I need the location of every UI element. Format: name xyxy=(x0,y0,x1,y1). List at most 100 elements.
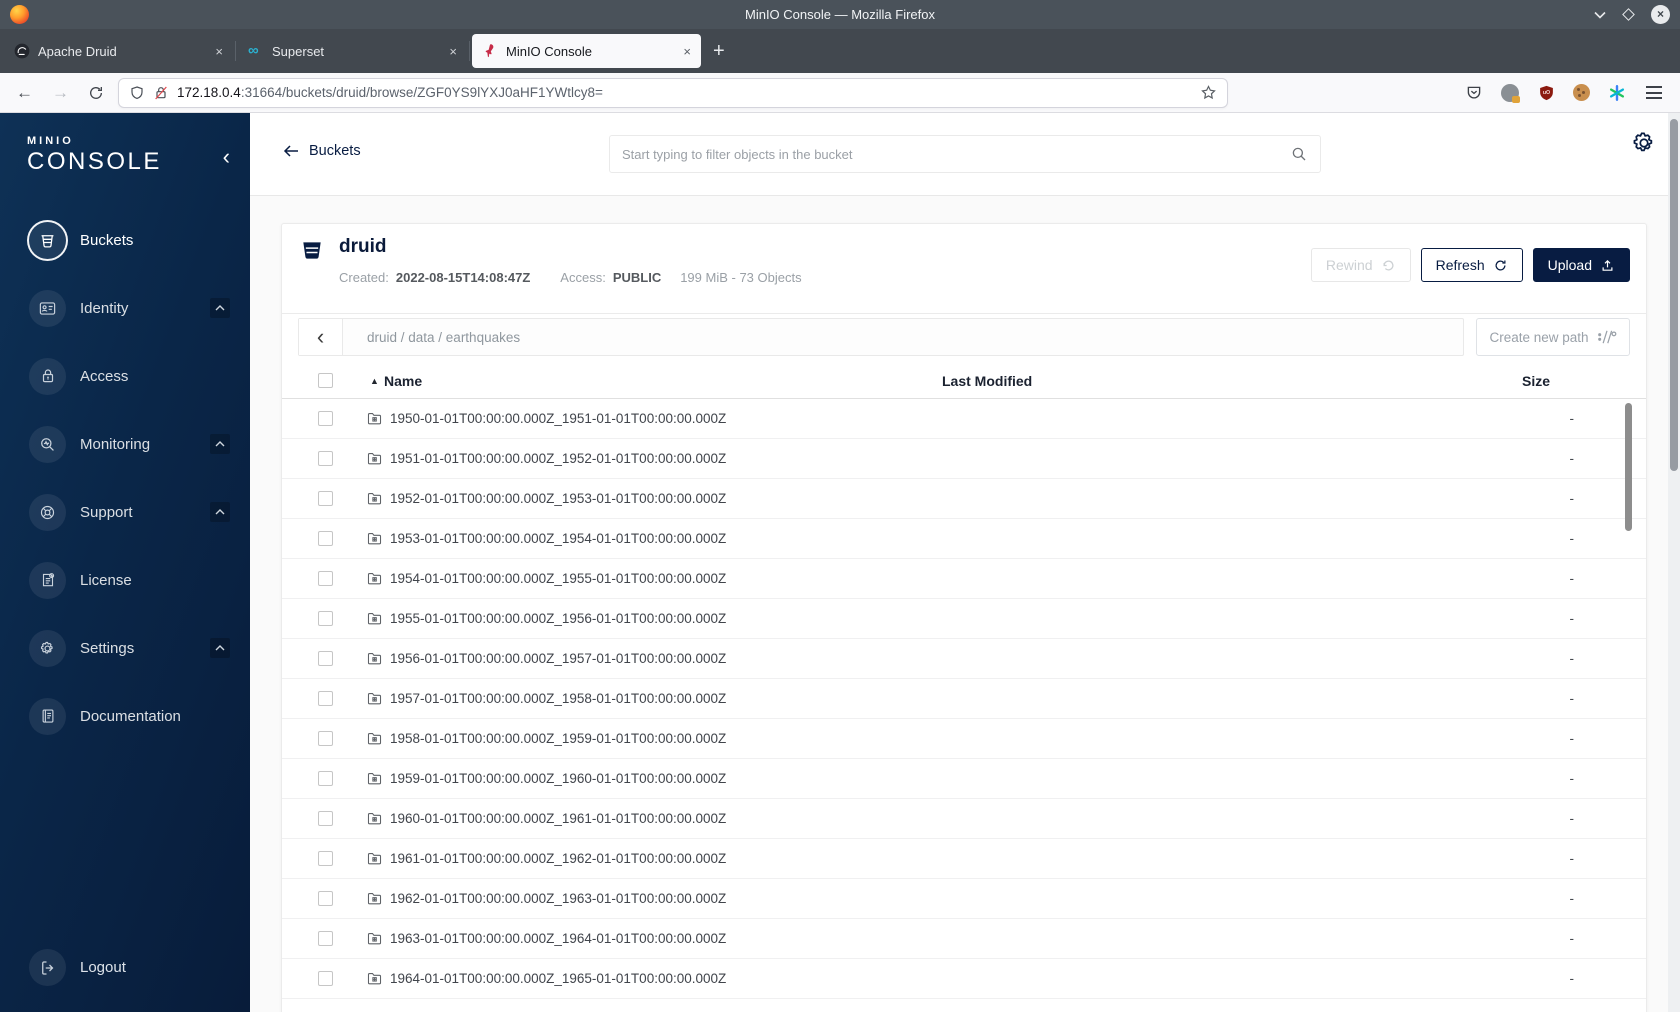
row-checkbox[interactable] xyxy=(318,891,333,906)
create-new-path-button[interactable]: Create new path xyxy=(1476,318,1630,356)
sidebar-item-identity[interactable]: Identity xyxy=(0,274,250,342)
tab-minio-console[interactable]: MinIO Console × xyxy=(472,34,701,68)
table-row[interactable]: 1950-01-01T00:00:00.000Z_1951-01-01T00:0… xyxy=(282,399,1646,439)
ublock-shield-icon[interactable]: uO xyxy=(1536,83,1556,103)
tab-close-icon[interactable]: × xyxy=(683,44,691,59)
bookmark-star-icon[interactable] xyxy=(1200,84,1217,101)
object-name[interactable]: 1959-01-01T00:00:00.000Z_1960-01-01T00:0… xyxy=(390,771,726,786)
column-header-last-modified[interactable]: Last Modified xyxy=(942,373,1032,389)
table-row[interactable]: 1964-01-01T00:00:00.000Z_1965-01-01T00:0… xyxy=(282,959,1646,999)
object-name[interactable]: 1962-01-01T00:00:00.000Z_1963-01-01T00:0… xyxy=(390,891,726,906)
object-name[interactable]: 1956-01-01T00:00:00.000Z_1957-01-01T00:0… xyxy=(390,651,726,666)
url-text[interactable]: 172.18.0.4:31664/buckets/druid/browse/ZG… xyxy=(177,85,1192,100)
chevron-up-icon[interactable] xyxy=(210,502,230,522)
sidebar-item-monitoring[interactable]: Monitoring xyxy=(0,410,250,478)
object-name[interactable]: 1952-01-01T00:00:00.000Z_1953-01-01T00:0… xyxy=(390,491,726,506)
row-checkbox[interactable] xyxy=(318,691,333,706)
table-row[interactable]: 1955-01-01T00:00:00.000Z_1956-01-01T00:0… xyxy=(282,599,1646,639)
back-button[interactable]: ← xyxy=(16,83,33,103)
sidebar-item-documentation[interactable]: Documentation xyxy=(0,682,250,750)
table-row[interactable]: 1959-01-01T00:00:00.000Z_1960-01-01T00:0… xyxy=(282,759,1646,799)
reload-button[interactable] xyxy=(88,85,104,101)
object-name[interactable]: 1961-01-01T00:00:00.000Z_1962-01-01T00:0… xyxy=(390,851,726,866)
search-input[interactable] xyxy=(622,146,1290,162)
row-checkbox[interactable] xyxy=(318,451,333,466)
forward-button[interactable]: → xyxy=(52,83,69,103)
table-row[interactable]: 1952-01-01T00:00:00.000Z_1953-01-01T00:0… xyxy=(282,479,1646,519)
table-row[interactable]: 1958-01-01T00:00:00.000Z_1959-01-01T00:0… xyxy=(282,719,1646,759)
object-name[interactable]: 1954-01-01T00:00:00.000Z_1955-01-01T00:0… xyxy=(390,571,726,586)
row-checkbox[interactable] xyxy=(318,651,333,666)
select-all-checkbox[interactable] xyxy=(318,373,333,388)
row-checkbox[interactable] xyxy=(318,531,333,546)
object-name[interactable]: 1955-01-01T00:00:00.000Z_1956-01-01T00:0… xyxy=(390,611,726,626)
object-name[interactable]: 1964-01-01T00:00:00.000Z_1965-01-01T00:0… xyxy=(390,971,726,986)
chevron-up-icon[interactable] xyxy=(210,638,230,658)
window-close-icon[interactable]: × xyxy=(1651,5,1670,24)
row-checkbox[interactable] xyxy=(318,411,333,426)
rewind-button[interactable]: Rewind xyxy=(1310,248,1411,282)
table-row[interactable]: 1956-01-01T00:00:00.000Z_1957-01-01T00:0… xyxy=(282,639,1646,679)
sidebar-collapse-icon[interactable]: ‹ xyxy=(223,146,230,168)
object-name[interactable]: 1950-01-01T00:00:00.000Z_1951-01-01T00:0… xyxy=(390,411,726,426)
sidebar-item-settings[interactable]: Settings xyxy=(0,614,250,682)
chevron-up-icon[interactable] xyxy=(210,298,230,318)
settings-gear-icon[interactable] xyxy=(1630,129,1658,157)
table-row[interactable]: 1962-01-01T00:00:00.000Z_1963-01-01T00:0… xyxy=(282,879,1646,919)
table-scrollbar-thumb[interactable] xyxy=(1625,403,1632,531)
tab-apache-druid[interactable]: Apache Druid × xyxy=(4,34,233,68)
row-checkbox[interactable] xyxy=(318,811,333,826)
sidebar-item-support[interactable]: Support xyxy=(0,478,250,546)
row-checkbox[interactable] xyxy=(318,931,333,946)
menu-hamburger-icon[interactable] xyxy=(1644,83,1664,103)
tab-superset[interactable]: ∞ Superset × xyxy=(238,34,467,68)
sidebar-item-license[interactable]: License xyxy=(0,546,250,614)
window-maximize-icon[interactable] xyxy=(1622,8,1635,21)
table-row[interactable]: 1957-01-01T00:00:00.000Z_1958-01-01T00:0… xyxy=(282,679,1646,719)
page-scrollbar-thumb[interactable] xyxy=(1670,119,1678,471)
refresh-button[interactable]: Refresh xyxy=(1420,248,1523,282)
cookie-icon[interactable] xyxy=(1573,84,1590,101)
row-checkbox[interactable] xyxy=(318,971,333,986)
row-checkbox[interactable] xyxy=(318,771,333,786)
lock-insecure-icon[interactable] xyxy=(153,85,169,101)
search-icon[interactable] xyxy=(1290,145,1308,163)
window-minimize-icon[interactable] xyxy=(1594,11,1606,19)
column-header-name[interactable]: Name xyxy=(384,373,422,389)
sidebar-item-logout[interactable]: Logout xyxy=(29,949,126,986)
breadcrumb[interactable]: druid / data / earthquakes xyxy=(343,330,520,345)
object-name[interactable]: 1960-01-01T00:00:00.000Z_1961-01-01T00:0… xyxy=(390,811,726,826)
row-checkbox[interactable] xyxy=(318,611,333,626)
table-row[interactable]: 1960-01-01T00:00:00.000Z_1961-01-01T00:0… xyxy=(282,799,1646,839)
back-to-buckets-link[interactable]: Buckets xyxy=(283,143,361,159)
row-checkbox[interactable] xyxy=(318,731,333,746)
object-name[interactable]: 1953-01-01T00:00:00.000Z_1954-01-01T00:0… xyxy=(390,531,726,546)
row-checkbox[interactable] xyxy=(318,491,333,506)
object-name[interactable]: 1963-01-01T00:00:00.000Z_1964-01-01T00:0… xyxy=(390,931,726,946)
table-row[interactable]: 1953-01-01T00:00:00.000Z_1954-01-01T00:0… xyxy=(282,519,1646,559)
shield-icon[interactable] xyxy=(129,85,145,101)
sidebar-item-access[interactable]: Access xyxy=(0,342,250,410)
url-bar[interactable]: 172.18.0.4:31664/buckets/druid/browse/ZG… xyxy=(118,77,1228,108)
column-header-size[interactable]: Size xyxy=(1522,373,1550,389)
table-row[interactable]: 1951-01-01T00:00:00.000Z_1952-01-01T00:0… xyxy=(282,439,1646,479)
pocket-icon[interactable] xyxy=(1464,83,1484,103)
object-name[interactable]: 1951-01-01T00:00:00.000Z_1952-01-01T00:0… xyxy=(390,451,726,466)
row-checkbox[interactable] xyxy=(318,571,333,586)
object-name[interactable]: 1957-01-01T00:00:00.000Z_1958-01-01T00:0… xyxy=(390,691,726,706)
new-tab-button[interactable]: + xyxy=(713,40,725,63)
page-scrollbar[interactable] xyxy=(1668,113,1680,1012)
table-row[interactable]: 1954-01-01T00:00:00.000Z_1955-01-01T00:0… xyxy=(282,559,1646,599)
asterisk-extension-icon[interactable] xyxy=(1607,83,1627,103)
object-name[interactable]: 1958-01-01T00:00:00.000Z_1959-01-01T00:0… xyxy=(390,731,726,746)
privacy-extension-icon[interactable] xyxy=(1501,83,1520,103)
tab-close-icon[interactable]: × xyxy=(449,44,457,59)
table-row[interactable]: 1963-01-01T00:00:00.000Z_1964-01-01T00:0… xyxy=(282,919,1646,959)
row-checkbox[interactable] xyxy=(318,851,333,866)
table-row[interactable]: 1961-01-01T00:00:00.000Z_1962-01-01T00:0… xyxy=(282,839,1646,879)
sidebar-item-buckets[interactable]: Buckets xyxy=(0,206,250,274)
breadcrumb-back-button[interactable]: ‹ xyxy=(299,319,343,355)
upload-button[interactable]: Upload xyxy=(1532,248,1630,282)
sort-ascending-icon[interactable]: ▲ xyxy=(370,376,379,386)
chevron-up-icon[interactable] xyxy=(210,434,230,454)
